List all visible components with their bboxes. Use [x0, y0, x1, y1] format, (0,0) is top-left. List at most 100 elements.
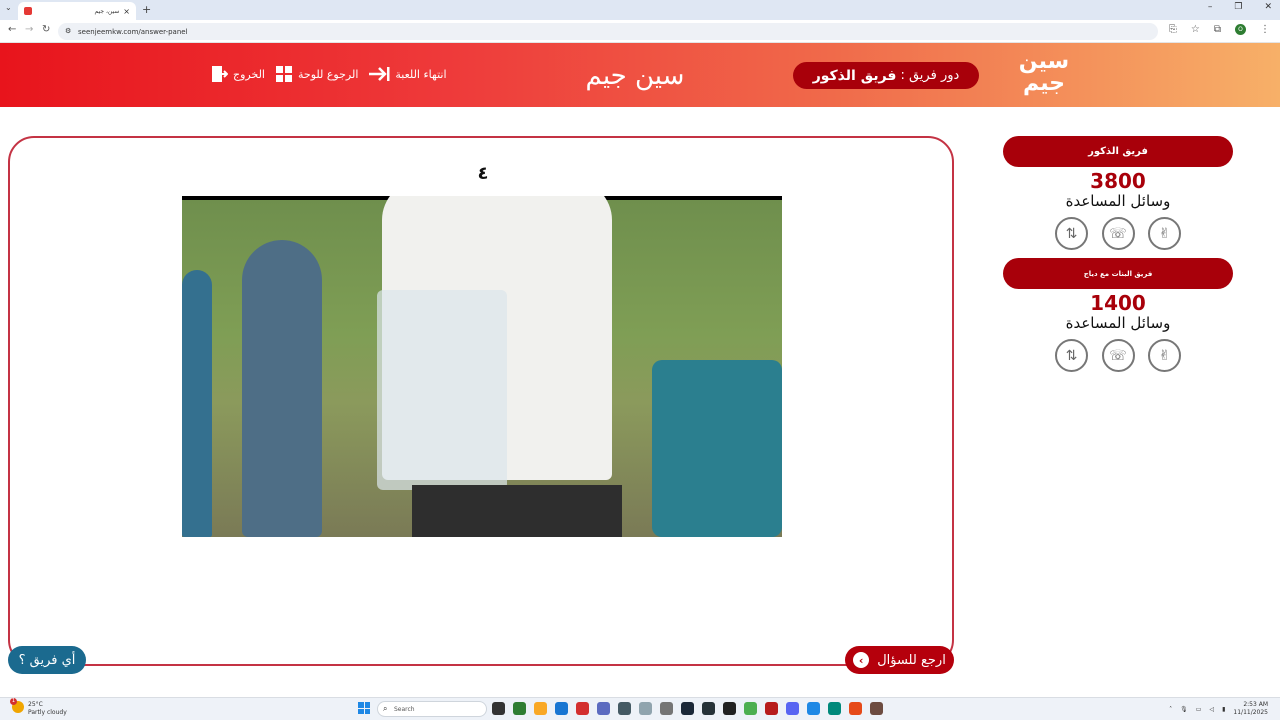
- app-teal-icon[interactable]: [828, 702, 841, 715]
- photos-icon[interactable]: [639, 702, 652, 715]
- steam-icon[interactable]: [681, 702, 694, 715]
- video-frame-image: [182, 196, 782, 537]
- team-1-name: فريق الذكور: [1003, 136, 1233, 167]
- os-taskbar: 1 25°C Partly cloudy ⌕ Search ˄ 🎙 ▭ ◁ ▮ …: [0, 697, 1280, 720]
- battery-icon[interactable]: ▮: [1222, 706, 1225, 713]
- weather-widget[interactable]: 1 25°C Partly cloudy: [10, 698, 67, 717]
- which-team-button[interactable]: أي فريق ؟: [8, 646, 86, 674]
- back-to-board-label: الرجوع للوحة: [298, 67, 359, 81]
- widgets-icon[interactable]: [513, 702, 526, 715]
- current-turn-indicator: دور فريق : فريق الذكور: [793, 62, 979, 89]
- restore-icon[interactable]: ❐: [1234, 2, 1242, 12]
- grid-icon: [276, 66, 292, 82]
- search-placeholder: Search: [394, 705, 415, 713]
- close-tab-icon[interactable]: ×: [123, 7, 130, 16]
- weather-sun-icon: 1: [10, 698, 24, 713]
- windows-start-icon[interactable]: [358, 702, 370, 714]
- team-2-score: 1400: [1090, 291, 1146, 315]
- turn-team-name: فريق الذكور: [812, 67, 897, 84]
- end-arrow-icon: [369, 67, 390, 81]
- file-explorer-icon[interactable]: [534, 702, 547, 715]
- question-card: ٤: [8, 136, 954, 666]
- temperature: 25°C: [28, 701, 43, 708]
- back-to-question-label: ارجع للسؤال: [877, 652, 946, 668]
- chrome-icon[interactable]: [744, 702, 757, 715]
- call-friend-icon[interactable]: ☏: [1101, 217, 1135, 250]
- site-logo[interactable]: سين جيم: [1016, 51, 1072, 101]
- profile-avatar[interactable]: O: [1235, 24, 1246, 35]
- clock-time: 2:53 AM: [1243, 701, 1268, 708]
- minimize-icon[interactable]: –: [1208, 2, 1213, 12]
- hand-icon[interactable]: ✌: [1148, 217, 1181, 250]
- back-arrow-icon[interactable]: ←: [8, 24, 16, 35]
- two-answers-icon[interactable]: ⇅: [1055, 217, 1088, 250]
- close-window-icon[interactable]: ✕: [1264, 2, 1272, 12]
- tray-chevron-icon[interactable]: ˄: [1169, 706, 1172, 713]
- search-icon: ⌕: [383, 704, 388, 713]
- app-red-icon[interactable]: [765, 702, 778, 715]
- question-video[interactable]: [182, 196, 782, 537]
- translate-icon[interactable]: ⎘: [1169, 24, 1177, 35]
- end-game-label: انتهاء اللعبة: [395, 67, 447, 81]
- game-header: سين جيم دور فريق : فريق الذكور سين جيم ا…: [0, 43, 1280, 107]
- header-actions: الخروج الرجوع للوحة انتهاء اللعبة: [210, 65, 447, 83]
- team-2-lifelines: ⇅ ☏ ✌: [1055, 339, 1181, 372]
- team-1-score: 3800: [1090, 169, 1146, 193]
- question-number: ٤: [477, 163, 489, 184]
- scene-person-edge: [182, 270, 212, 537]
- exit-button[interactable]: الخروج: [210, 65, 265, 83]
- network-icon[interactable]: ▭: [1196, 706, 1202, 713]
- two-answers-icon[interactable]: ⇅: [1055, 339, 1088, 372]
- window-controls: – ❐ ✕: [1208, 2, 1272, 12]
- github-icon[interactable]: [723, 702, 736, 715]
- taskbar-search[interactable]: ⌕ Search: [377, 701, 487, 717]
- browser-tab-bar: ⌄ سين، جيم × + – ❐ ✕: [0, 0, 1280, 20]
- logo-line-2: جيم: [1022, 71, 1066, 96]
- clock-date: 11/11/2025: [1233, 709, 1268, 716]
- tab-title: سين، جيم: [94, 7, 120, 15]
- browser-toolbar-icons: ⎘ ☆ ⧉ O ⋮: [1169, 24, 1270, 35]
- back-to-question-button[interactable]: ‹ ارجع للسؤال: [845, 646, 954, 674]
- app-icon[interactable]: [702, 702, 715, 715]
- browser-tab[interactable]: سين، جيم ×: [18, 2, 136, 20]
- discord-icon[interactable]: [786, 702, 799, 715]
- opera-icon[interactable]: [576, 702, 589, 715]
- menu-kebab-icon[interactable]: ⋮: [1260, 24, 1270, 35]
- weather-condition: Partly cloudy: [28, 709, 67, 716]
- pinned-apps: [492, 702, 883, 715]
- extensions-icon[interactable]: ⧉: [1214, 24, 1221, 35]
- volume-icon[interactable]: ◁: [1209, 706, 1214, 713]
- mic-icon[interactable]: 🎙: [1180, 706, 1188, 713]
- team-1-lifelines: ⇅ ☏ ✌: [1055, 217, 1181, 250]
- app-orange-icon[interactable]: [849, 702, 862, 715]
- url-field[interactable]: ⚙ seenjeemkw.com/answer-panel: [58, 23, 1158, 40]
- tab-list-chevron-icon[interactable]: ⌄: [5, 3, 12, 12]
- system-tray: ˄ 🎙 ▭ ◁ ▮ 2:53 AM 11/11/2025: [1169, 701, 1268, 717]
- team-1-help-title: وسائل المساعدة: [1065, 192, 1171, 210]
- clock[interactable]: 2:53 AM 11/11/2025: [1233, 701, 1268, 717]
- url-text: seenjeemkw.com/answer-panel: [78, 27, 188, 36]
- scene-backpack: [652, 360, 782, 537]
- address-bar-row: ← → ↻ ⚙ seenjeemkw.com/answer-panel ⎘ ☆ …: [0, 20, 1280, 43]
- call-friend-icon[interactable]: ☏: [1101, 339, 1135, 372]
- app-brown-icon[interactable]: [870, 702, 883, 715]
- settings-icon[interactable]: [660, 702, 673, 715]
- turn-label: دور فريق :: [900, 68, 960, 83]
- terminal-icon[interactable]: [618, 702, 631, 715]
- notification-badge: 1: [10, 698, 17, 705]
- app-blue-icon[interactable]: [807, 702, 820, 715]
- notepad-icon[interactable]: [597, 702, 610, 715]
- forward-arrow-icon[interactable]: →: [25, 24, 33, 35]
- edge-icon[interactable]: [555, 702, 568, 715]
- reload-icon[interactable]: ↻: [42, 24, 50, 35]
- hand-icon[interactable]: ✌: [1148, 339, 1181, 372]
- new-tab-icon[interactable]: +: [142, 3, 151, 16]
- scene-person-left: [242, 240, 322, 537]
- site-favicon-icon: [24, 7, 32, 15]
- bookmark-star-icon[interactable]: ☆: [1191, 24, 1200, 35]
- end-game-button[interactable]: انتهاء اللعبة: [368, 65, 447, 83]
- back-to-board-button[interactable]: الرجوع للوحة: [275, 65, 358, 83]
- task-view-icon[interactable]: [492, 702, 505, 715]
- exit-label: الخروج: [233, 67, 265, 81]
- site-info-icon[interactable]: ⚙: [65, 27, 71, 35]
